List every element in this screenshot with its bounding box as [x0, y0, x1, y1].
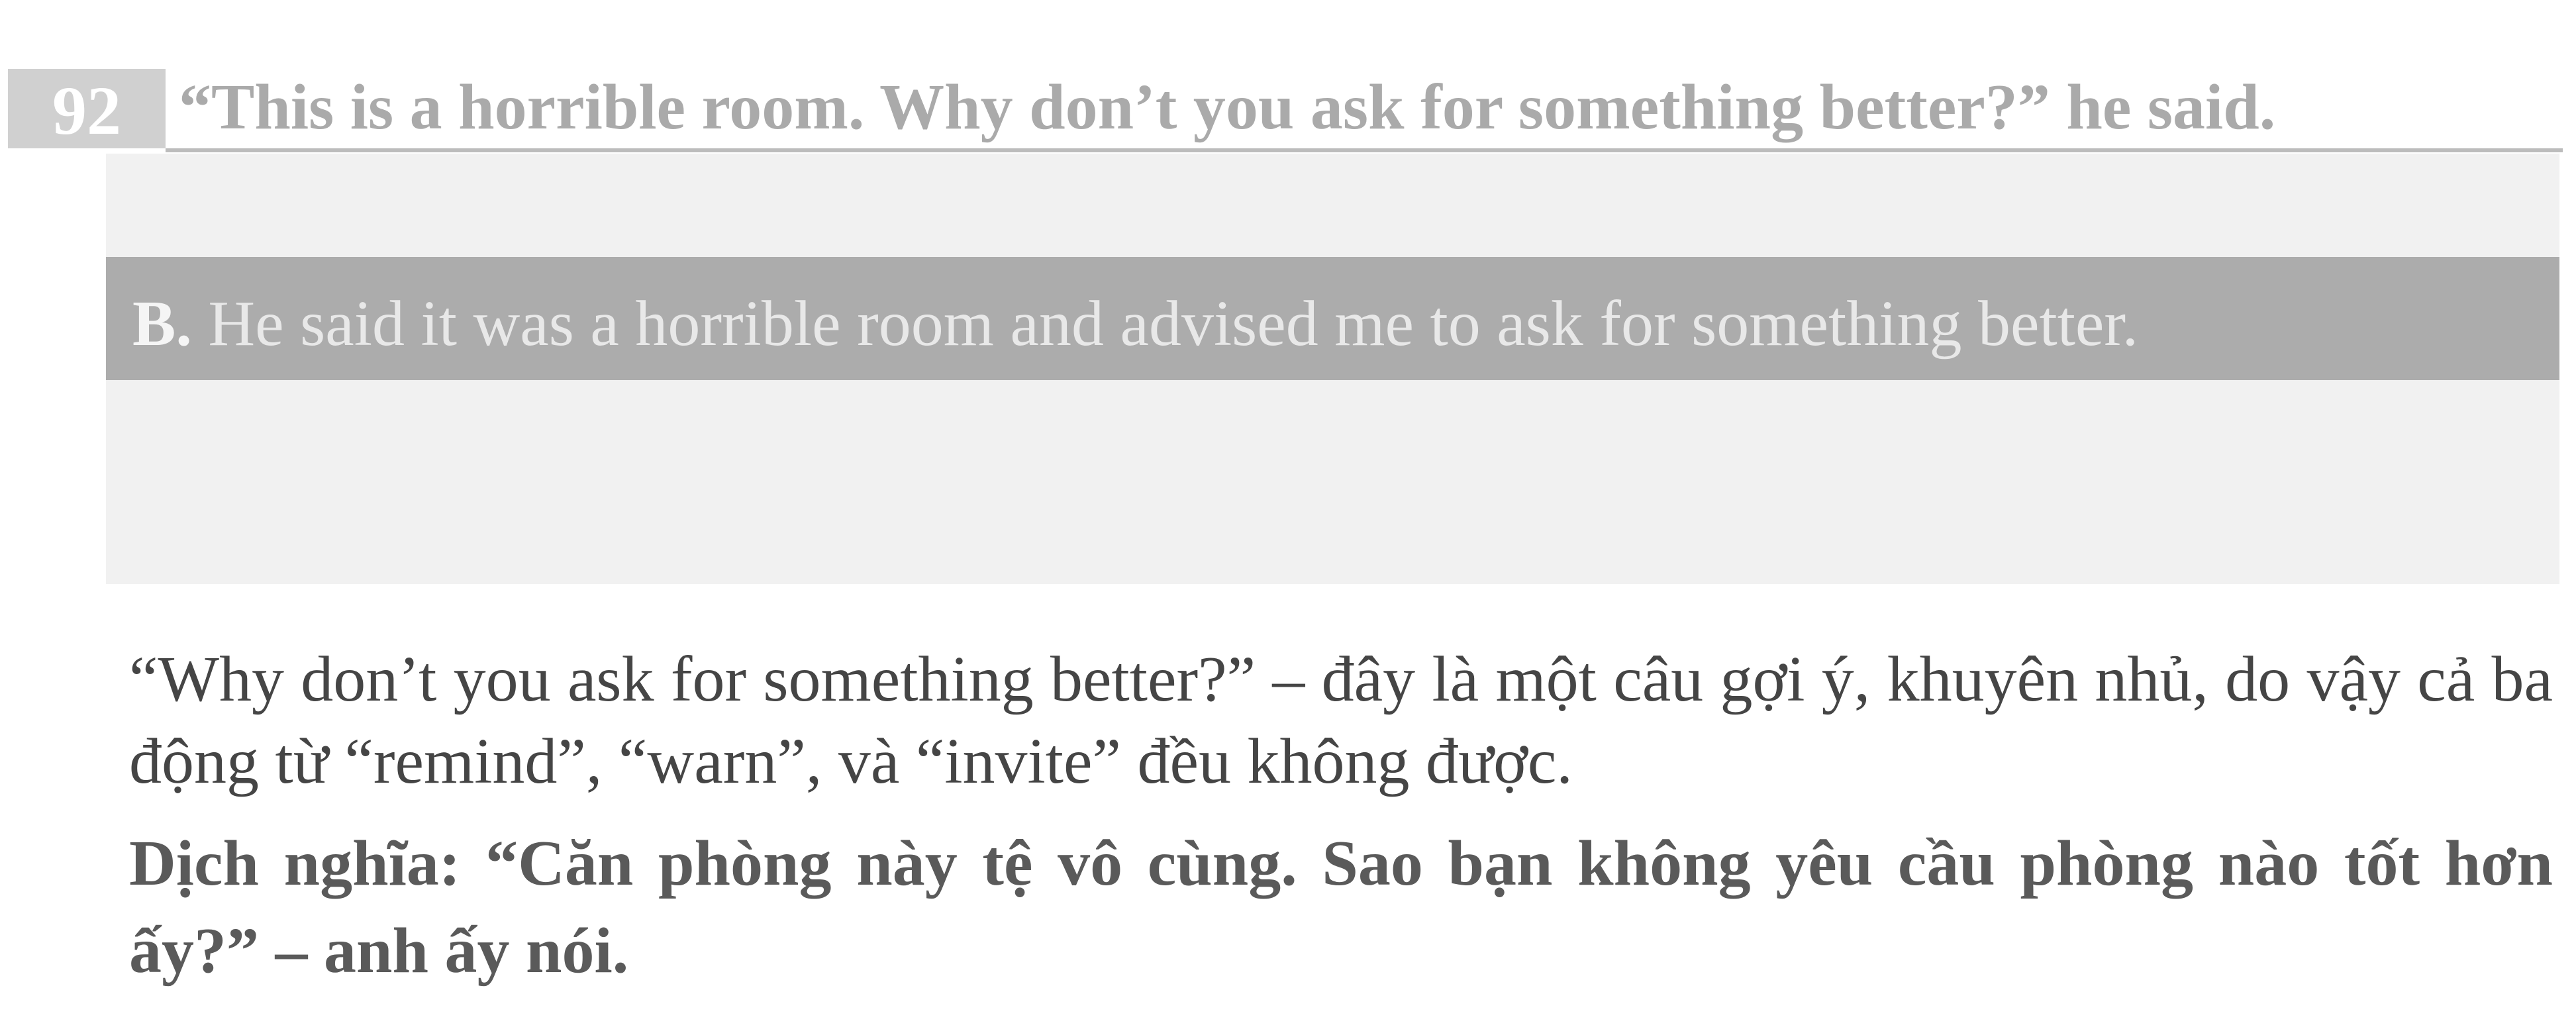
translation-paragraph: Dịch nghĩa: “Căn phòng này tệ vô cùng. S…: [129, 828, 2553, 987]
explanation-paragraph: “Why don’t you ask for something better?…: [129, 644, 2553, 797]
answer-option-text: He said it was a horrible room and advis…: [208, 288, 2139, 360]
question-number-badge: 92: [8, 69, 166, 149]
correct-answer: B. He said it was a horrible room and ad…: [132, 281, 2516, 367]
document-page: 92 “This is a horrible room. Why don’t y…: [0, 0, 2576, 1031]
question-text: “This is a horrible room. Why don’t you …: [179, 72, 2276, 143]
question-divider: [166, 148, 2563, 152]
answer-option-label: B.: [132, 288, 192, 360]
